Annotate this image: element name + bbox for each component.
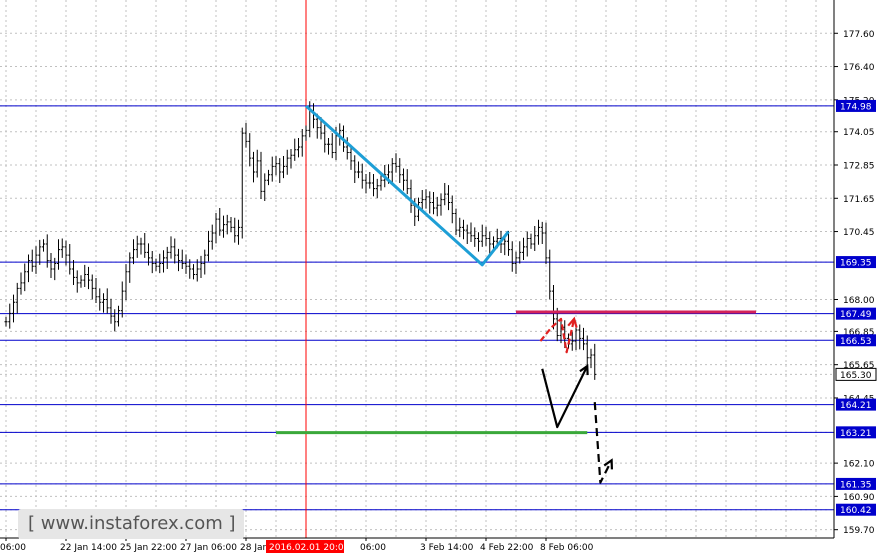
- y-tick-label: 160.90: [843, 493, 875, 503]
- level-label-166.53: 166.53: [840, 337, 872, 347]
- x-tick-label-highlight: 2016.02.01 20:00: [269, 543, 350, 553]
- level-label-163.21: 163.21: [840, 429, 872, 439]
- x-tick-label: 06:00: [0, 543, 26, 553]
- y-tick-label: 174.05: [843, 128, 875, 138]
- x-tick-label: 3 Feb 14:00: [420, 543, 474, 553]
- y-tick-label: 162.10: [843, 460, 875, 470]
- chart-area: 159.70160.90162.10164.45165.65166.85168.…: [0, 0, 882, 556]
- watermark-logo: [ www.instaforex.com ]: [18, 509, 244, 539]
- level-label-161.35: 161.35: [840, 480, 872, 490]
- x-tick-label: 22 Jan 14:00: [60, 543, 117, 553]
- y-tick-label: 171.65: [843, 195, 875, 205]
- x-tick-label: 06:00: [360, 543, 386, 553]
- y-axis-panel: [834, 0, 882, 556]
- level-label-164.21: 164.21: [840, 401, 872, 411]
- chart-background: [0, 0, 882, 556]
- x-tick-label: 27 Jan 06:00: [180, 543, 237, 553]
- x-tick-label: 25 Jan 22:00: [120, 543, 177, 553]
- y-tick-label: 177.60: [843, 30, 875, 40]
- y-tick-label: 176.40: [843, 63, 875, 73]
- x-tick-label: 8 Feb 06:00: [540, 543, 594, 553]
- level-label-167.49: 167.49: [840, 310, 872, 320]
- x-tick-label: 4 Feb 22:00: [480, 543, 534, 553]
- y-tick-label: 168.00: [843, 296, 875, 306]
- y-tick-label: 170.45: [843, 228, 875, 238]
- y-tick-label: 172.85: [843, 162, 875, 172]
- level-label-160.42: 160.42: [840, 506, 872, 516]
- current-price-label: 165.30: [840, 371, 872, 381]
- level-label-169.35: 169.35: [840, 259, 872, 269]
- y-tick-label: 159.70: [843, 526, 875, 536]
- level-label-174.98: 174.98: [840, 102, 872, 112]
- price-chart: 159.70160.90162.10164.45165.65166.85168.…: [0, 0, 882, 556]
